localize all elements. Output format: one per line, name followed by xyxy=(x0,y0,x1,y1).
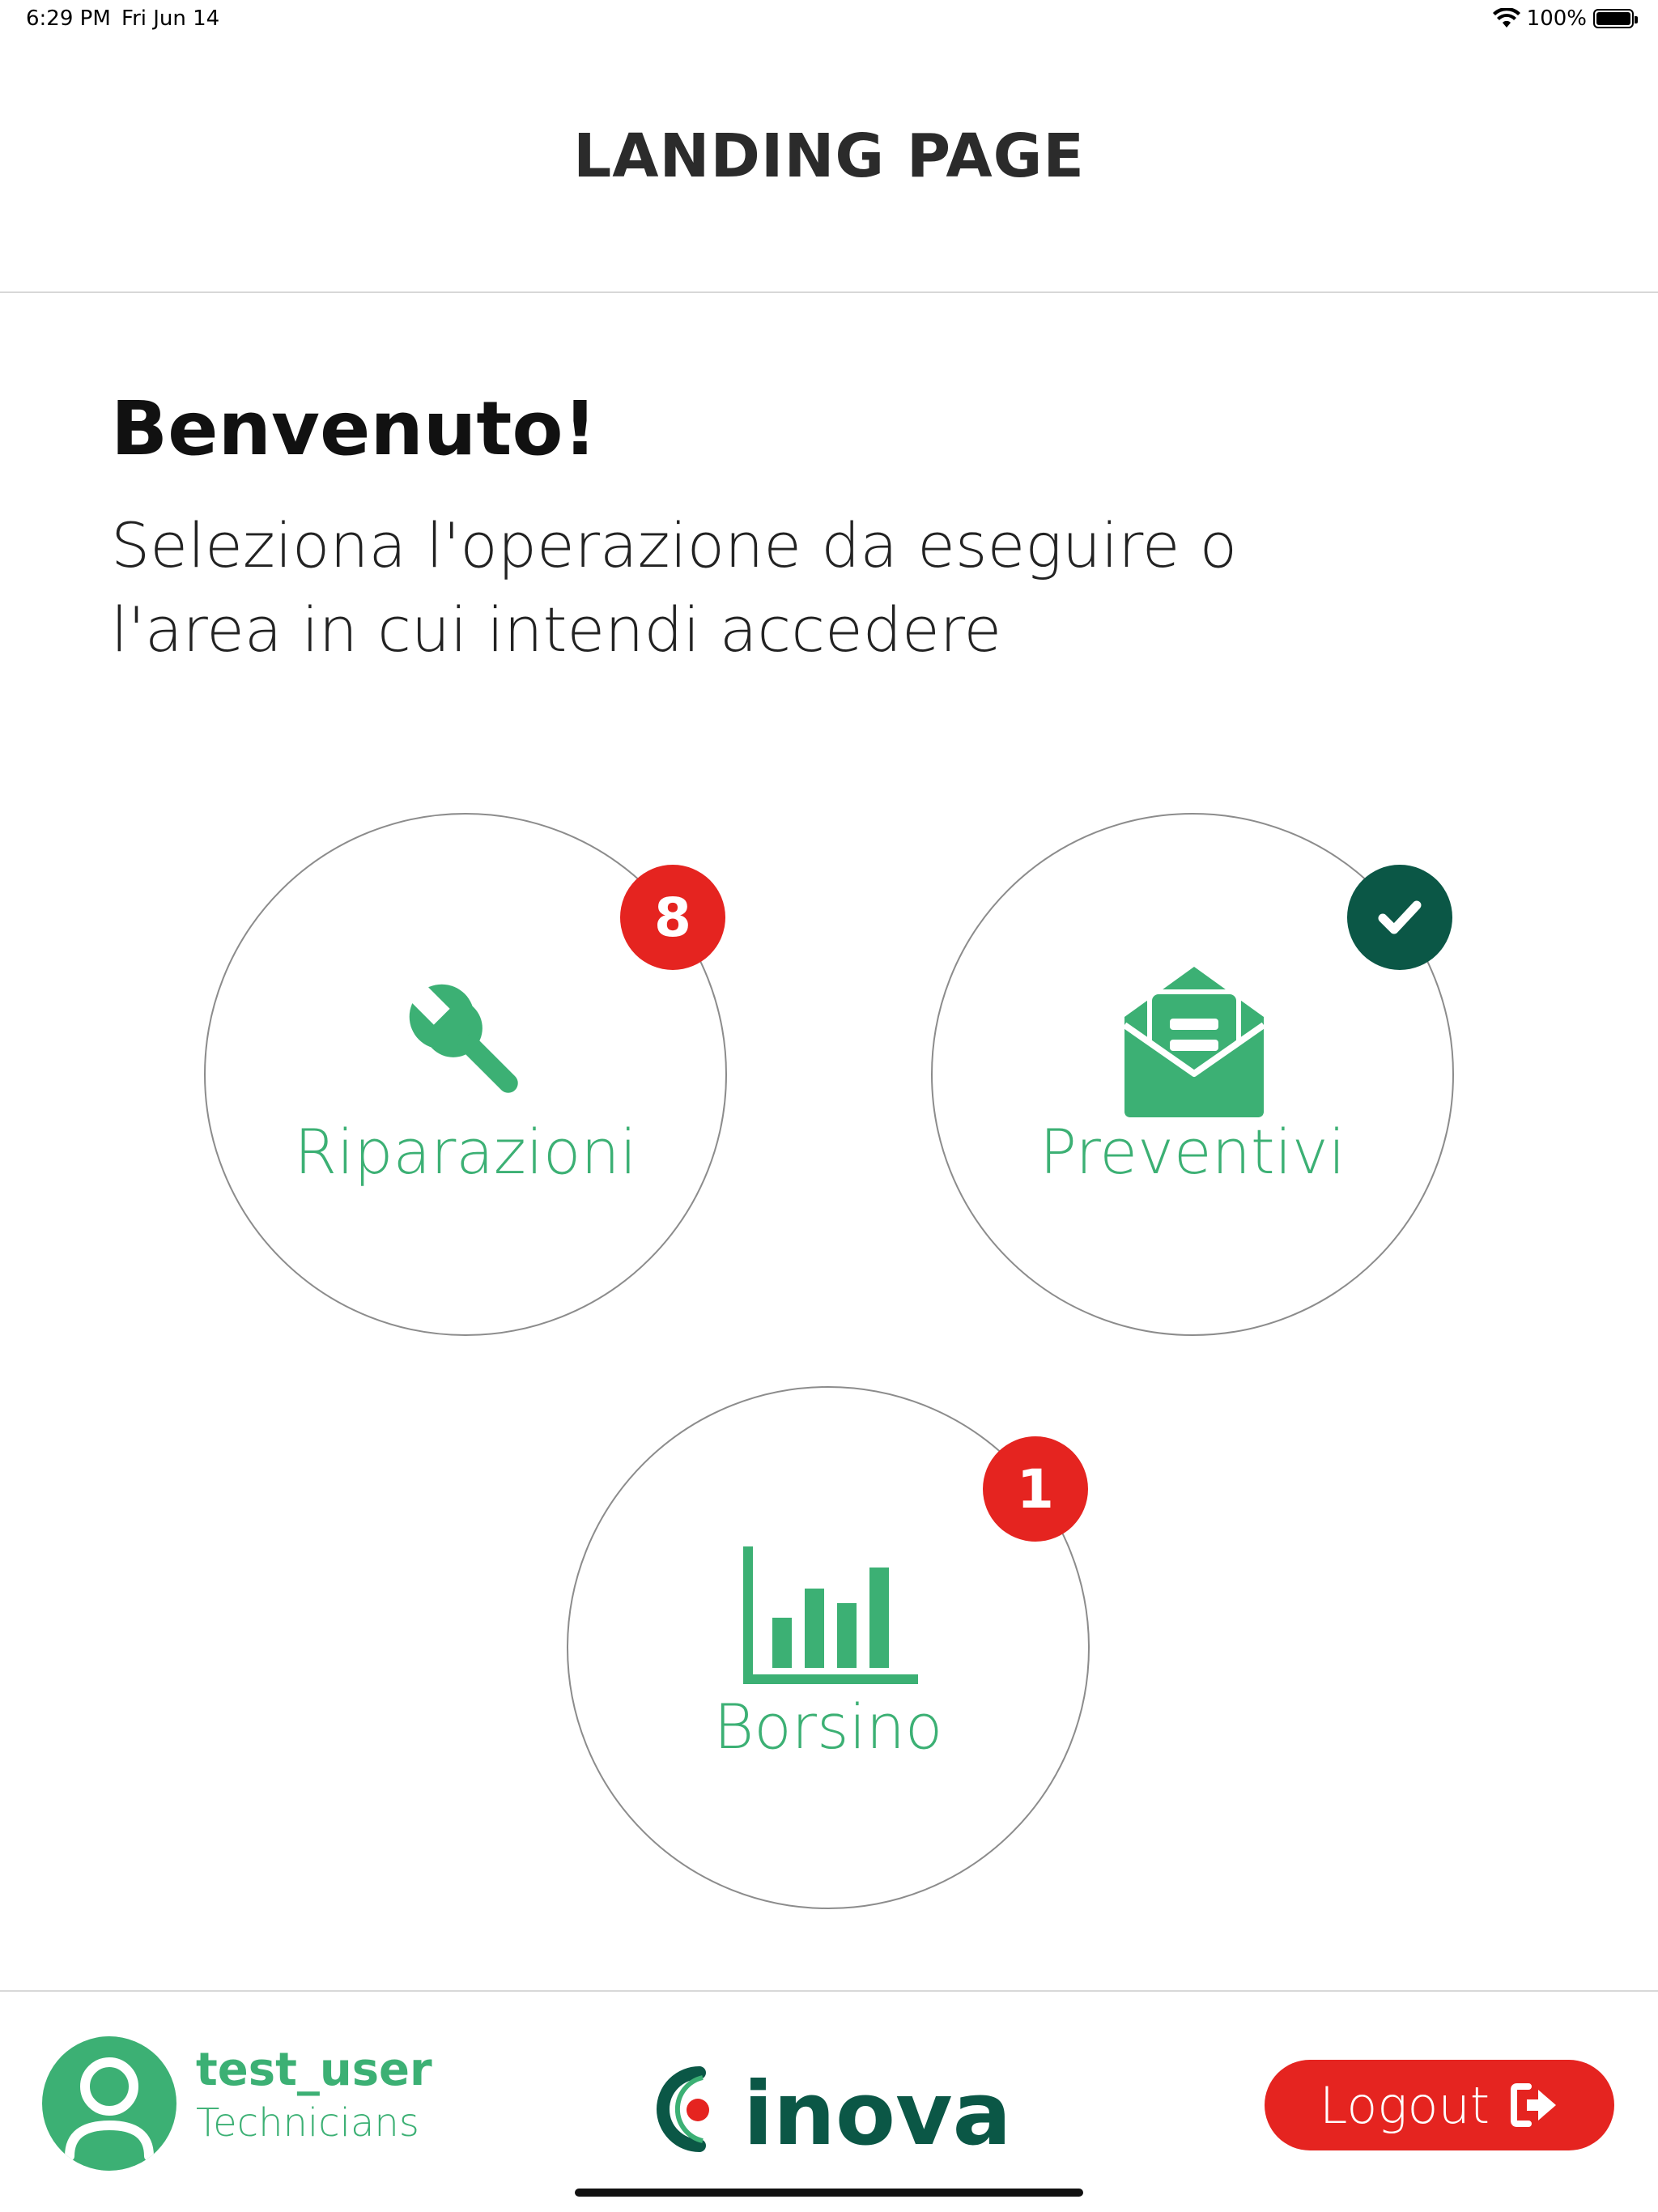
tile-label: Borsino xyxy=(713,1691,943,1763)
home-indicator[interactable] xyxy=(575,2189,1083,2197)
battery-icon xyxy=(1593,9,1638,28)
wifi-icon xyxy=(1492,8,1520,28)
tile-label: Preventivi xyxy=(1039,1116,1346,1188)
tile-borsino[interactable]: Borsino 1 xyxy=(567,1386,1090,1909)
tile-label: Riparazioni xyxy=(294,1116,637,1188)
status-indicators: 100% xyxy=(1492,6,1638,31)
status-date: Fri Jun 14 xyxy=(121,6,220,31)
logout-label: Logout xyxy=(1319,2075,1490,2135)
username: test_user xyxy=(196,2044,432,2096)
sign-out-icon xyxy=(1511,2083,1557,2127)
status-time: 6:29 PM xyxy=(26,6,111,31)
check-badge xyxy=(1347,865,1452,970)
bar-chart-icon xyxy=(743,1546,918,1684)
welcome-subtitle: Seleziona l'operazione da eseguire o l'a… xyxy=(111,509,1238,666)
tile-preventivi[interactable]: Preventivi xyxy=(931,813,1454,1336)
user-avatar-icon[interactable] xyxy=(42,2036,176,2171)
battery-percentage: 100% xyxy=(1526,6,1587,31)
wrench-icon xyxy=(405,980,518,1093)
person-silhouette-icon xyxy=(65,2057,154,2161)
footer: test_user Technicians inova Logout xyxy=(0,1990,1658,2212)
logout-button[interactable]: Logout xyxy=(1265,2060,1614,2150)
header: LANDING PAGE xyxy=(0,39,1658,293)
tile-riparazioni[interactable]: Riparazioni 8 xyxy=(204,813,727,1336)
status-bar: 6:29 PM Fri Jun 14 100% xyxy=(0,0,1658,39)
page-title: LANDING PAGE xyxy=(573,121,1085,191)
user-role: Technicians xyxy=(196,2100,419,2146)
open-envelope-icon xyxy=(1122,967,1266,1117)
notification-badge: 1 xyxy=(983,1436,1088,1542)
checkmark-icon xyxy=(1378,900,1422,934)
welcome-heading: Benvenuto! xyxy=(111,385,597,472)
inova-logo: inova xyxy=(657,2065,1009,2154)
notification-badge: 8 xyxy=(620,865,725,970)
logo-text: inova xyxy=(743,2065,1009,2154)
